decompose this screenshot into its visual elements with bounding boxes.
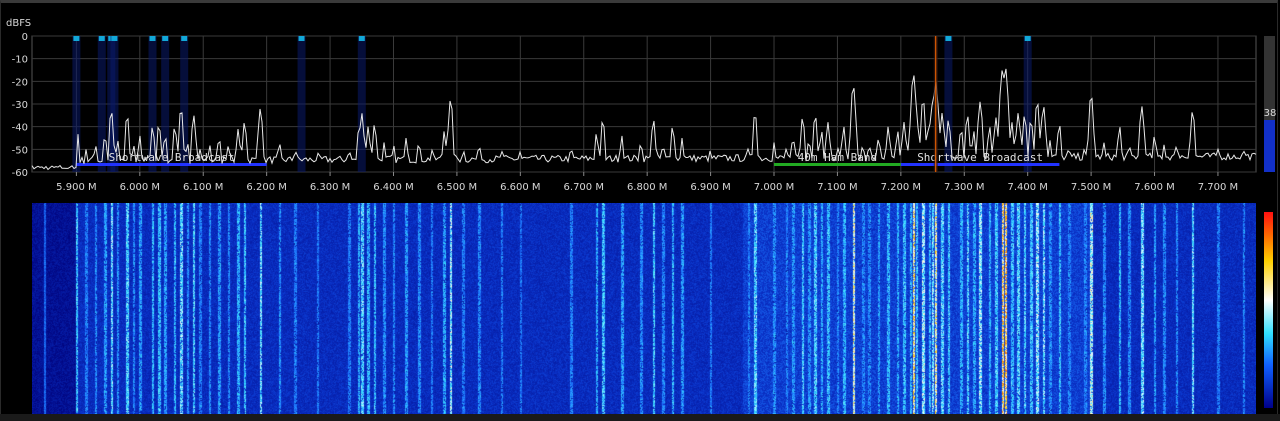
signal-marker xyxy=(162,36,169,41)
waterfall-color-scale xyxy=(1264,212,1273,408)
signal-marker xyxy=(945,36,952,41)
signal-marker xyxy=(298,36,305,41)
x-tick-label: 6.300 M xyxy=(310,182,350,193)
x-tick-label: 7.100 M xyxy=(817,182,857,193)
y-tick-label: -20 xyxy=(12,77,28,88)
x-tick-label: 6.800 M xyxy=(627,182,667,193)
x-tick-label: 7.200 M xyxy=(881,182,921,193)
y-tick-label: -60 xyxy=(12,168,28,179)
y-tick-label: 0 xyxy=(22,32,28,43)
x-tick-label: 6.200 M xyxy=(246,182,286,193)
unit-label: dBFS xyxy=(6,18,31,29)
x-tick-label: 7.000 M xyxy=(754,182,794,193)
x-axis-ticks: 5.900 M 6.000 M 6.100 M 6.200 M 6.300 M 6.400… xyxy=(56,172,1238,193)
x-tick-label: 7.400 M xyxy=(1007,182,1047,193)
signal-marker-band xyxy=(357,36,366,172)
x-tick-label: 7.700 M xyxy=(1198,182,1238,193)
x-tick-label: 7.500 M xyxy=(1071,182,1111,193)
signal-marker-band xyxy=(297,36,306,172)
x-tick-label: 7.600 M xyxy=(1134,182,1174,193)
x-tick-label: 6.600 M xyxy=(500,182,540,193)
signal-marker xyxy=(181,36,188,41)
level-meter[interactable] xyxy=(1264,36,1275,172)
waterfall-display[interactable] xyxy=(32,203,1256,414)
signal-marker-band xyxy=(97,36,106,172)
x-tick-label: 6.000 M xyxy=(120,182,160,193)
x-tick-label: 6.100 M xyxy=(183,182,223,193)
signal-marker xyxy=(1024,36,1031,41)
y-tick-label: -50 xyxy=(12,145,28,156)
signal-marker xyxy=(73,36,80,41)
y-tick-label: -40 xyxy=(12,123,28,134)
y-tick-label: -10 xyxy=(12,55,28,66)
x-tick-label: 6.400 M xyxy=(373,182,413,193)
signal-marker xyxy=(358,36,365,41)
signal-marker xyxy=(149,36,156,41)
level-meter-fill xyxy=(1264,120,1275,172)
x-tick-label: 6.500 M xyxy=(437,182,477,193)
status-strip xyxy=(0,414,1280,421)
level-value: 38 xyxy=(1263,108,1277,119)
y-tick-label: -30 xyxy=(12,100,28,111)
signal-marker xyxy=(111,36,118,41)
x-tick-label: 6.700 M xyxy=(564,182,604,193)
signal-marker xyxy=(98,36,105,41)
x-tick-label: 6.900 M xyxy=(690,182,730,193)
tuning-cursor[interactable] xyxy=(933,36,938,172)
spectrum-panel[interactable]: dBFS 0 -10 -20 -30 -40 -50 -60 5.900 M 6.000 M 6… xyxy=(0,0,1280,200)
x-tick-label: 5.900 M xyxy=(56,182,96,193)
y-axis-ticks: 0 -10 -20 -30 -40 -50 -60 xyxy=(12,32,28,179)
x-tick-label: 7.300 M xyxy=(944,182,984,193)
